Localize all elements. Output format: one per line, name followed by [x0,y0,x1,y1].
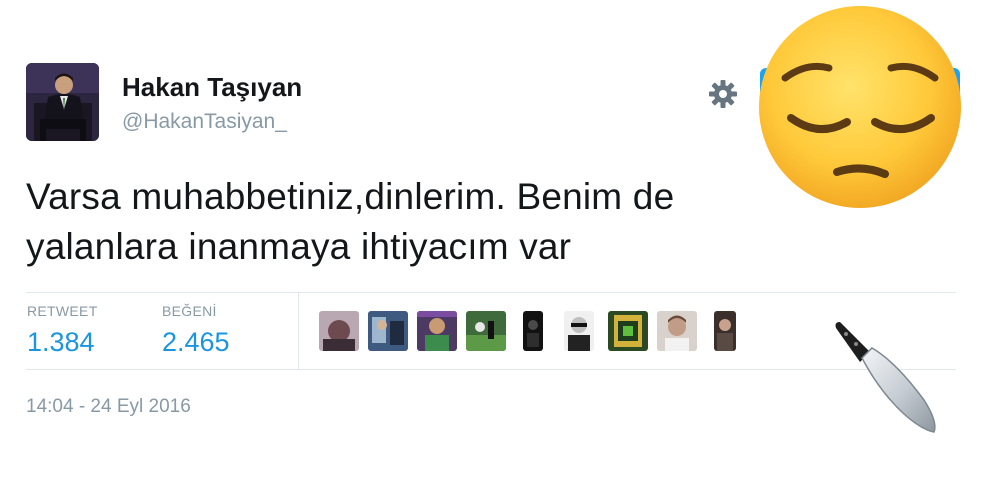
divider [26,369,956,370]
tweet-timestamp[interactable]: 14:04 - 24 Eyl 2016 [26,396,191,418]
stats-separator [298,292,299,369]
liker-avatar[interactable] [714,311,736,351]
liker-avatar[interactable] [368,311,408,351]
tweet-text-line: Varsa muhabbetiniz,dinlerim. Benim de [26,176,675,217]
gear-icon [707,78,739,115]
retweet-stat[interactable]: RETWEET 1.384 [27,303,98,358]
retweet-count: 1.384 [27,327,95,357]
avatar[interactable] [26,63,99,141]
settings-button[interactable] [705,78,741,114]
like-count: 2.465 [162,327,230,357]
knife-icon [830,318,940,441]
tweet-card: Hakan Taşıyan @HakanTasiyan_ Varsa muhab… [0,0,996,498]
liker-avatar[interactable] [523,311,543,351]
liker-avatar[interactable] [417,311,457,351]
liker-avatar[interactable] [564,311,594,351]
tweet-text-line: yalanlara inanmaya ihtiyacım var [26,226,572,267]
divider [26,292,956,293]
retweet-label: RETWEET [27,303,98,319]
like-label: BEĞENİ [162,303,217,319]
username[interactable]: @HakanTasiyan_ [122,110,287,134]
liker-avatar[interactable] [319,311,359,351]
liker-avatar[interactable] [466,311,506,351]
like-stat[interactable]: BEĞENİ 2.465 [162,303,230,358]
tweet-text: Varsa muhabbetiniz,dinlerim. Benim de ya… [26,172,846,272]
pensive-face-icon [757,4,963,215]
display-name[interactable]: Hakan Taşıyan [122,72,302,103]
liker-avatar[interactable] [608,311,648,351]
liker-avatar[interactable] [657,311,697,351]
